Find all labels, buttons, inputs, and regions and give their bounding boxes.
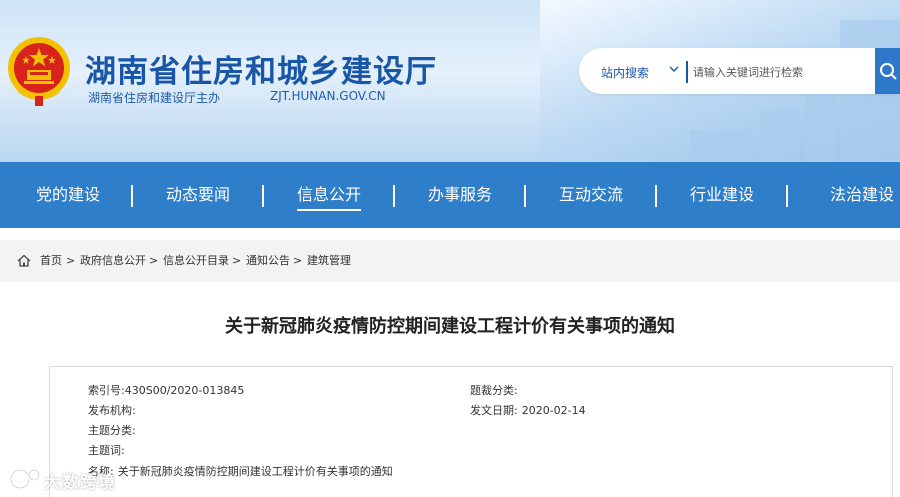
site-url: ZJT.HUNAN.GOV.CN <box>270 89 386 103</box>
article-title: 关于新冠肺炎疫情防控期间建设工程计价有关事项的通知 <box>225 316 675 337</box>
meta-label: 题裁分类: <box>470 384 518 397</box>
nav-separator <box>786 185 788 207</box>
meta-value: 关于新冠肺炎疫情防控期间建设工程计价有关事项的通知 <box>117 465 393 478</box>
meta-label: 索引号: <box>88 384 125 397</box>
breadcrumb-separator: > <box>293 254 303 267</box>
chevron-down-icon[interactable] <box>667 62 681 76</box>
breadcrumb-home[interactable]: 首页 <box>40 240 62 282</box>
watermark-text: 大数跨境 <box>44 473 116 493</box>
breadcrumb-construction-mgmt[interactable]: 建筑管理 <box>307 240 351 282</box>
nav-active-underline <box>297 209 361 211</box>
nav-item-info-disclosure[interactable]: 信息公开 <box>297 162 361 228</box>
site-title: 湖南省住房和城乡建设厅 <box>85 54 437 90</box>
main-nav: 党的建设 动态要闻 信息公开 办事服务 互动交流 行业建设 法治建设 <box>0 162 900 228</box>
meta-value: 2020-02-14 <box>521 404 586 417</box>
nav-item-interaction[interactable]: 互动交流 <box>559 162 623 228</box>
nav-separator <box>393 185 395 207</box>
national-emblem-icon <box>8 37 70 106</box>
nav-separator <box>655 185 657 207</box>
search-input[interactable] <box>691 60 865 84</box>
home-icon[interactable] <box>17 254 31 267</box>
search-button[interactable] <box>875 48 900 94</box>
breadcrumb-gov-info[interactable]: 政府信息公开 <box>80 240 146 282</box>
meta-label: 发文日期: <box>470 404 518 417</box>
breadcrumb-notices[interactable]: 通知公告 <box>246 240 290 282</box>
meta-name: 名称: 关于新冠肺炎疫情防控期间建设工程计价有关事项的通知 <box>88 463 393 479</box>
banner-building-decoration <box>760 110 800 162</box>
breadcrumb-separator: > <box>232 254 242 267</box>
breadcrumb-info-catalog[interactable]: 信息公开目录 <box>163 240 229 282</box>
meta-subject-category: 主题分类: <box>88 422 136 438</box>
breadcrumb-separator: > <box>149 254 159 267</box>
nav-item-law[interactable]: 法治建设 <box>830 162 894 228</box>
meta-genre: 题裁分类: <box>470 382 518 398</box>
search-icon <box>880 63 897 80</box>
nav-item-news[interactable]: 动态要闻 <box>166 162 230 228</box>
search-scope-select[interactable]: 站内搜索 <box>601 64 649 81</box>
nav-item-services[interactable]: 办事服务 <box>428 162 492 228</box>
meta-issue-date: 发文日期: 2020-02-14 <box>470 402 586 418</box>
meta-keywords: 主题词: <box>88 442 125 458</box>
article-meta-panel: 索引号:430S00/2020-013845 发布机构: 主题分类: 主题词: … <box>49 366 893 497</box>
nav-separator <box>262 185 264 207</box>
header-banner: 湖南省住房和城乡建设厅 湖南省住房和建设厅主办 ZJT.HUNAN.GOV.CN… <box>0 0 900 162</box>
nav-separator <box>131 185 133 207</box>
meta-label: 主题分类: <box>88 424 136 437</box>
breadcrumb: 首页 > 政府信息公开 > 信息公开目录 > 通知公告 > 建筑管理 <box>0 240 900 282</box>
meta-value: 430S00/2020-013845 <box>124 384 245 397</box>
nav-item-party[interactable]: 党的建设 <box>36 162 100 228</box>
meta-index-number: 索引号:430S00/2020-013845 <box>88 382 244 398</box>
nav-separator <box>524 185 526 207</box>
search-divider <box>686 61 688 83</box>
meta-publisher: 发布机构: <box>88 402 136 418</box>
site-subtitle: 湖南省住房和建设厅主办 <box>88 91 221 105</box>
breadcrumb-separator: > <box>66 254 76 267</box>
nav-item-industry[interactable]: 行业建设 <box>690 162 754 228</box>
meta-label: 主题词: <box>88 444 125 457</box>
search-box: 站内搜索 <box>579 48 900 94</box>
meta-label: 发布机构: <box>88 404 136 417</box>
banner-building-decoration <box>690 130 750 162</box>
